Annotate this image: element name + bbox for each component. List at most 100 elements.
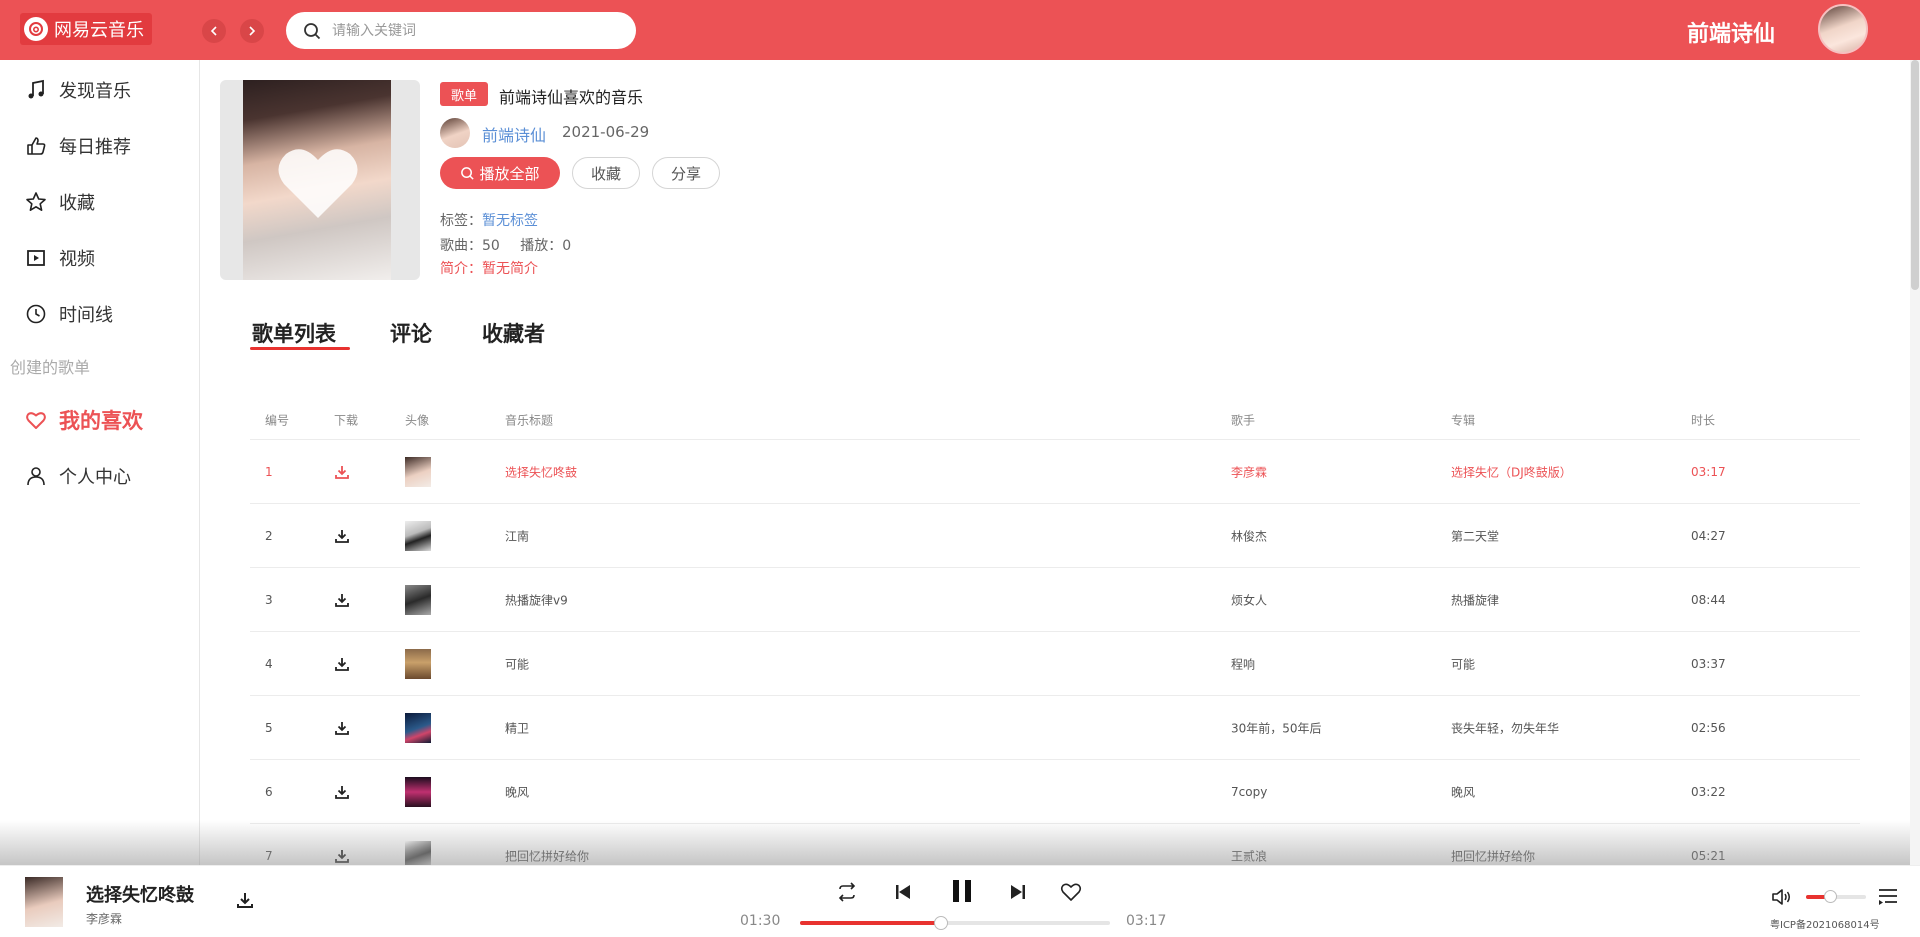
header-user-name[interactable]: 前端诗仙	[1687, 16, 1775, 48]
row-cover[interactable]	[405, 584, 431, 615]
row-duration: 05:21	[1691, 848, 1726, 863]
netease-music-icon	[24, 17, 48, 41]
previous-button[interactable]	[893, 880, 913, 904]
forward-button[interactable]	[240, 19, 264, 43]
row-title[interactable]: 选择失忆咚鼓	[505, 463, 577, 480]
sidebar-item-timeline[interactable]: 时间线	[25, 299, 113, 329]
download-button[interactable]	[235, 890, 255, 910]
row-cover[interactable]	[405, 456, 431, 487]
stats-line: 歌曲：50 播放：0	[440, 235, 571, 255]
table-header: 编号 下载 头像 音乐标题 歌手 专辑 时长	[250, 400, 1860, 440]
tab-subscribers[interactable]: 收藏者	[482, 318, 545, 348]
collect-button[interactable]: 收藏	[572, 157, 640, 189]
row-album[interactable]: 第二天堂	[1451, 527, 1499, 544]
row-title[interactable]: 精卫	[505, 719, 529, 736]
row-title[interactable]: 江南	[505, 527, 529, 544]
row-duration: 04:27	[1691, 528, 1726, 543]
row-artist[interactable]: 王贰浪	[1231, 847, 1267, 864]
row-artist[interactable]: 程响	[1231, 655, 1255, 672]
table-row[interactable]: 1 选择失忆咚鼓 李彦霖 选择失忆（DJ咚鼓版） 03:17	[250, 440, 1860, 504]
like-button[interactable]	[1059, 880, 1083, 904]
volume-knob[interactable]	[1824, 890, 1837, 903]
row-album[interactable]: 晚风	[1451, 783, 1475, 800]
volume-button[interactable]	[1770, 886, 1792, 912]
table-row[interactable]: 3 热播旋律v9 烦女人 热播旋律 08:44	[250, 568, 1860, 632]
row-cover[interactable]	[405, 712, 431, 743]
play-all-label: 播放全部	[479, 165, 540, 183]
download-icon	[237, 893, 253, 908]
sidebar-item-my-likes[interactable]: 我的喜欢	[25, 405, 143, 435]
row-album[interactable]: 丧失年轻，勿失年华	[1451, 719, 1559, 736]
sidebar-item-profile[interactable]: 个人中心	[25, 461, 131, 491]
sidebar-item-daily[interactable]: 每日推荐	[25, 131, 131, 161]
row-album[interactable]: 选择失忆（DJ咚鼓版）	[1451, 463, 1572, 480]
now-playing-cover[interactable]	[25, 877, 63, 927]
user-avatar[interactable]	[1818, 4, 1868, 54]
table-row[interactable]: 5 精卫 30年前，50年后 丧失年轻，勿失年华 02:56	[250, 696, 1860, 760]
pause-button[interactable]	[949, 876, 975, 906]
row-title[interactable]: 晚风	[505, 783, 529, 800]
row-download-button[interactable]	[334, 464, 350, 480]
next-button[interactable]	[1008, 880, 1028, 904]
heart-icon	[1060, 883, 1082, 901]
sidebar-item-label: 时间线	[59, 305, 113, 326]
row-cover[interactable]	[405, 520, 431, 551]
row-download-button[interactable]	[334, 784, 350, 800]
share-button[interactable]: 分享	[652, 157, 720, 189]
app-logo[interactable]: 网易云音乐	[20, 13, 152, 45]
row-download-button[interactable]	[334, 656, 350, 672]
row-title[interactable]: 热播旋律v9	[505, 591, 568, 608]
progress-knob[interactable]	[934, 916, 949, 930]
tab-song-list[interactable]: 歌单列表	[252, 318, 336, 348]
row-title[interactable]: 把回忆拼好给你	[505, 847, 589, 864]
sidebar-item-collect[interactable]: 收藏	[25, 187, 95, 217]
tags-value[interactable]: 暂无标签	[482, 213, 538, 229]
row-artist[interactable]: 30年前，50年后	[1231, 719, 1322, 736]
table-row[interactable]: 2 江南 林俊杰 第二天堂 04:27	[250, 504, 1860, 568]
row-artist[interactable]: 李彦霖	[1231, 463, 1267, 480]
loop-button[interactable]	[835, 880, 859, 904]
tab-comments[interactable]: 评论	[390, 318, 432, 348]
play-all-button[interactable]: 播放全部	[440, 157, 560, 189]
now-playing-artist[interactable]: 李彦霖	[86, 910, 122, 927]
progress-bar[interactable]	[800, 916, 1110, 930]
row-artist[interactable]: 7copy	[1231, 785, 1267, 799]
row-cover[interactable]	[405, 648, 431, 679]
row-number: 6	[265, 784, 273, 799]
creator-avatar[interactable]	[440, 118, 470, 148]
playlist-queue-button[interactable]	[1877, 886, 1899, 912]
row-album[interactable]: 把回忆拼好给你	[1451, 847, 1535, 864]
creator-name[interactable]: 前端诗仙	[482, 122, 546, 146]
skip-next-icon	[1011, 885, 1025, 899]
music-note-icon	[28, 79, 44, 99]
search-input[interactable]	[332, 22, 602, 39]
icp-license[interactable]: 粤ICP备2021068014号	[1770, 916, 1880, 931]
row-album[interactable]: 可能	[1451, 655, 1475, 672]
chevron-right-icon	[249, 26, 256, 36]
scrollbar-thumb[interactable]	[1911, 60, 1919, 290]
row-artist[interactable]: 林俊杰	[1231, 527, 1267, 544]
playlist-cover	[220, 80, 420, 280]
volume-slider[interactable]	[1806, 890, 1866, 903]
row-download-button[interactable]	[334, 528, 350, 544]
sidebar-item-discover[interactable]: 发现音乐	[25, 75, 131, 105]
download-icon	[335, 593, 349, 607]
row-cover[interactable]	[405, 776, 431, 807]
table-row[interactable]: 4 可能 程响 可能 03:37	[250, 632, 1860, 696]
search-box[interactable]	[286, 12, 636, 49]
row-album[interactable]: 热播旋律	[1451, 591, 1499, 608]
row-artist[interactable]: 烦女人	[1231, 591, 1267, 608]
sidebar-item-video[interactable]: 视频	[25, 243, 95, 273]
sidebar-item-label: 发现音乐	[59, 81, 131, 102]
row-download-button[interactable]	[334, 848, 350, 864]
now-playing-title[interactable]: 选择失忆咚鼓	[86, 881, 194, 907]
back-button[interactable]	[202, 19, 226, 43]
table-row[interactable]: 6 晚风 7copy 晚风 03:22	[250, 760, 1860, 824]
row-duration: 03:17	[1691, 464, 1726, 479]
download-icon	[335, 785, 349, 799]
row-download-button[interactable]	[334, 592, 350, 608]
row-download-button[interactable]	[334, 720, 350, 736]
heart-icon	[278, 149, 358, 218]
app-logo-text: 网易云音乐	[54, 20, 144, 41]
row-title[interactable]: 可能	[505, 655, 529, 672]
